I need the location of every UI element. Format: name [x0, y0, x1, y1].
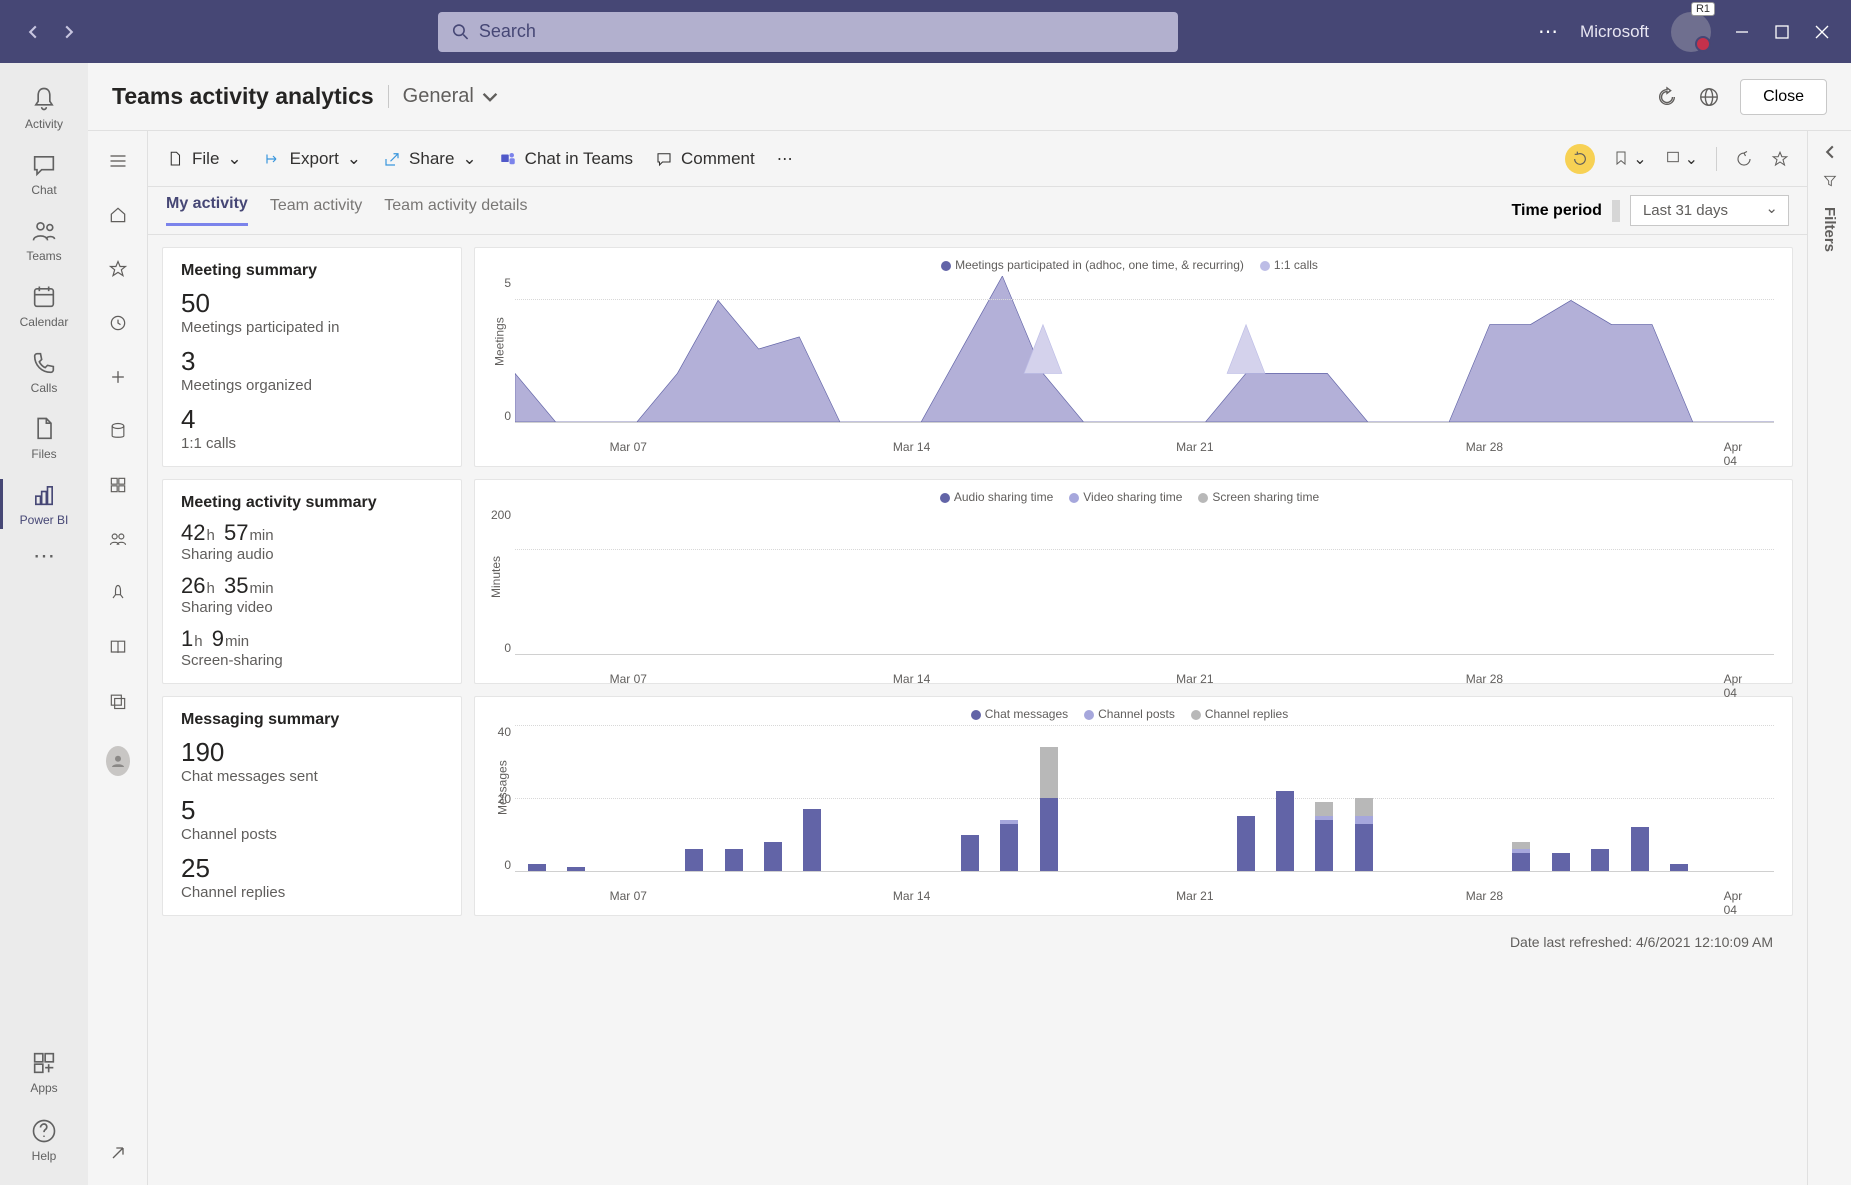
messages-chart: Chat messages Channel posts Channel repl… — [474, 696, 1793, 916]
create-icon[interactable] — [106, 365, 130, 389]
goals-icon[interactable] — [106, 473, 130, 497]
rail-calls[interactable]: Calls — [0, 339, 88, 405]
org-label: Microsoft — [1580, 22, 1649, 42]
tab-team-activity[interactable]: Team activity — [270, 197, 362, 225]
toolbar-more[interactable]: ⋯ — [777, 149, 793, 169]
export-menu[interactable]: Export⌄ — [264, 149, 361, 169]
forward-button[interactable] — [61, 24, 77, 40]
time-period-label: Time period — [1512, 202, 1602, 220]
share-icon — [383, 150, 401, 168]
file-menu[interactable]: File⌄ — [166, 149, 242, 169]
maximize-button[interactable] — [1773, 23, 1791, 41]
activity-summary-card: Meeting activity summary 42h 57min Shari… — [162, 479, 462, 684]
chevron-down-icon — [482, 89, 498, 105]
avatar-badge: R1 — [1691, 2, 1715, 16]
view-icon[interactable]: ⌄ — [1665, 149, 1698, 169]
rail-activity[interactable]: Activity — [0, 75, 88, 141]
page-header: Teams activity analytics General Close — [88, 63, 1851, 131]
home-icon[interactable] — [106, 203, 130, 227]
collapse-icon[interactable] — [1823, 145, 1837, 159]
bell-icon — [30, 85, 58, 113]
help-icon — [30, 1117, 58, 1145]
refresh2-icon[interactable] — [1735, 150, 1753, 168]
globe-icon[interactable] — [1698, 86, 1720, 108]
export-icon — [264, 150, 282, 168]
rail-apps[interactable]: Apps — [30, 1045, 58, 1099]
messaging-summary-card: Messaging summary 190 Chat messages sent… — [162, 696, 462, 916]
apps-icon[interactable] — [106, 527, 130, 551]
rail-more[interactable]: ⋯ — [0, 537, 88, 575]
close-panel-button[interactable]: Close — [1740, 79, 1827, 115]
ellipsis-icon: ⋯ — [33, 543, 55, 569]
back-button[interactable] — [25, 24, 41, 40]
more-icon[interactable]: ⋯ — [1538, 19, 1558, 44]
search-box[interactable] — [438, 12, 1178, 52]
rail-calendar[interactable]: Calendar — [0, 273, 88, 339]
close-button[interactable] — [1813, 23, 1831, 41]
bookmark-icon[interactable]: ⌄ — [1613, 149, 1646, 169]
minimize-button[interactable] — [1733, 23, 1751, 41]
share-menu[interactable]: Share⌄ — [383, 149, 477, 169]
comment-button[interactable]: Comment — [655, 149, 755, 169]
rail-chat[interactable]: Chat — [0, 141, 88, 207]
avatar[interactable]: R1 — [1671, 12, 1711, 52]
powerbi-icon — [30, 481, 58, 509]
datasets-icon[interactable] — [106, 419, 130, 443]
rail-files[interactable]: Files — [0, 405, 88, 471]
app-rail: Activity Chat Teams Calendar Calls Files… — [0, 63, 88, 1185]
apps-icon — [30, 1049, 58, 1077]
rail-teams[interactable]: Teams — [0, 207, 88, 273]
learn-icon[interactable] — [106, 635, 130, 659]
deployment-icon[interactable] — [106, 581, 130, 605]
chat-icon — [30, 151, 58, 179]
page-title: Teams activity analytics — [112, 83, 374, 110]
calendar-icon — [30, 283, 58, 311]
phone-icon — [30, 349, 58, 377]
hamburger-icon[interactable] — [106, 149, 130, 173]
workspaces-icon[interactable] — [106, 689, 130, 713]
search-input[interactable] — [479, 21, 1164, 42]
report-toolbar: File⌄ Export⌄ Share⌄ Chat in Teams Comme… — [148, 131, 1807, 187]
star-icon[interactable] — [1771, 150, 1789, 168]
tab-my-activity[interactable]: My activity — [166, 195, 248, 226]
favorites-icon[interactable] — [106, 257, 130, 281]
teams-chat-icon — [499, 150, 517, 168]
refresh-icon[interactable] — [1656, 86, 1678, 108]
teams-icon — [30, 217, 58, 245]
meeting-summary-card: Meeting summary 50 Meetings participated… — [162, 247, 462, 467]
pbi-sidebar — [88, 131, 148, 1185]
rail-powerbi[interactable]: Power BI — [0, 471, 88, 537]
expand-icon[interactable] — [106, 1141, 130, 1165]
file-icon — [30, 415, 58, 443]
minutes-chart: Audio sharing time Video sharing time Sc… — [474, 479, 1793, 684]
meetings-chart: Meetings participated in (adhoc, one tim… — [474, 247, 1793, 467]
last-refreshed: Date last refreshed: 4/6/2021 12:10:09 A… — [162, 928, 1793, 956]
time-period-select[interactable]: Last 31 days — [1630, 195, 1789, 226]
tabs-row: My activity Team activity Team activity … — [148, 187, 1807, 235]
my-workspace-icon[interactable] — [106, 749, 130, 773]
reset-icon[interactable] — [1565, 144, 1595, 174]
rail-help[interactable]: Help — [30, 1113, 58, 1167]
search-icon — [452, 23, 469, 41]
dashboard: Meeting summary 50 Meetings participated… — [148, 235, 1807, 1185]
channel-picker[interactable]: General — [388, 85, 498, 108]
chat-teams-button[interactable]: Chat in Teams — [499, 149, 633, 169]
filters-label: Filters — [1821, 207, 1838, 252]
titlebar: ⋯ Microsoft R1 — [0, 0, 1851, 63]
filter-icon[interactable] — [1822, 173, 1838, 189]
page-icon — [166, 150, 184, 168]
comment-icon — [655, 150, 673, 168]
recent-icon[interactable] — [106, 311, 130, 335]
filters-pane: Filters — [1807, 131, 1851, 1185]
tab-team-details[interactable]: Team activity details — [384, 197, 527, 225]
report-area: File⌄ Export⌄ Share⌄ Chat in Teams Comme… — [148, 131, 1807, 1185]
